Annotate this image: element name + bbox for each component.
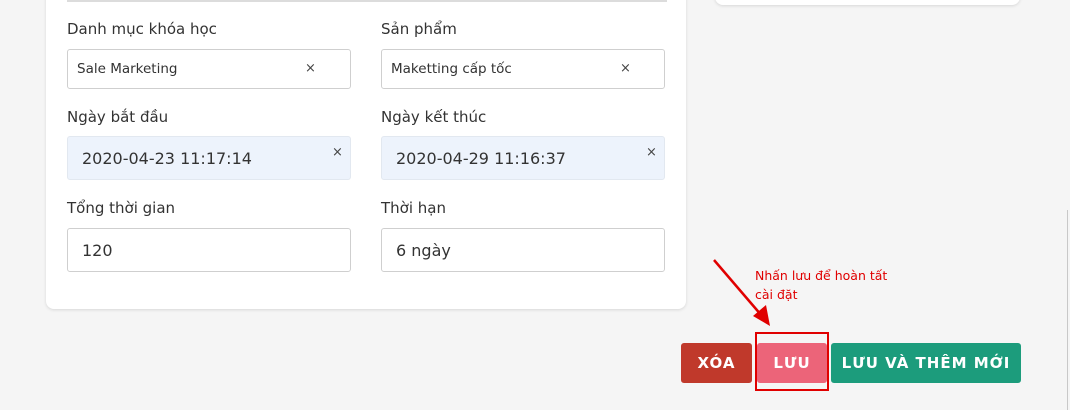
annotation-arrow-icon — [713, 259, 770, 326]
